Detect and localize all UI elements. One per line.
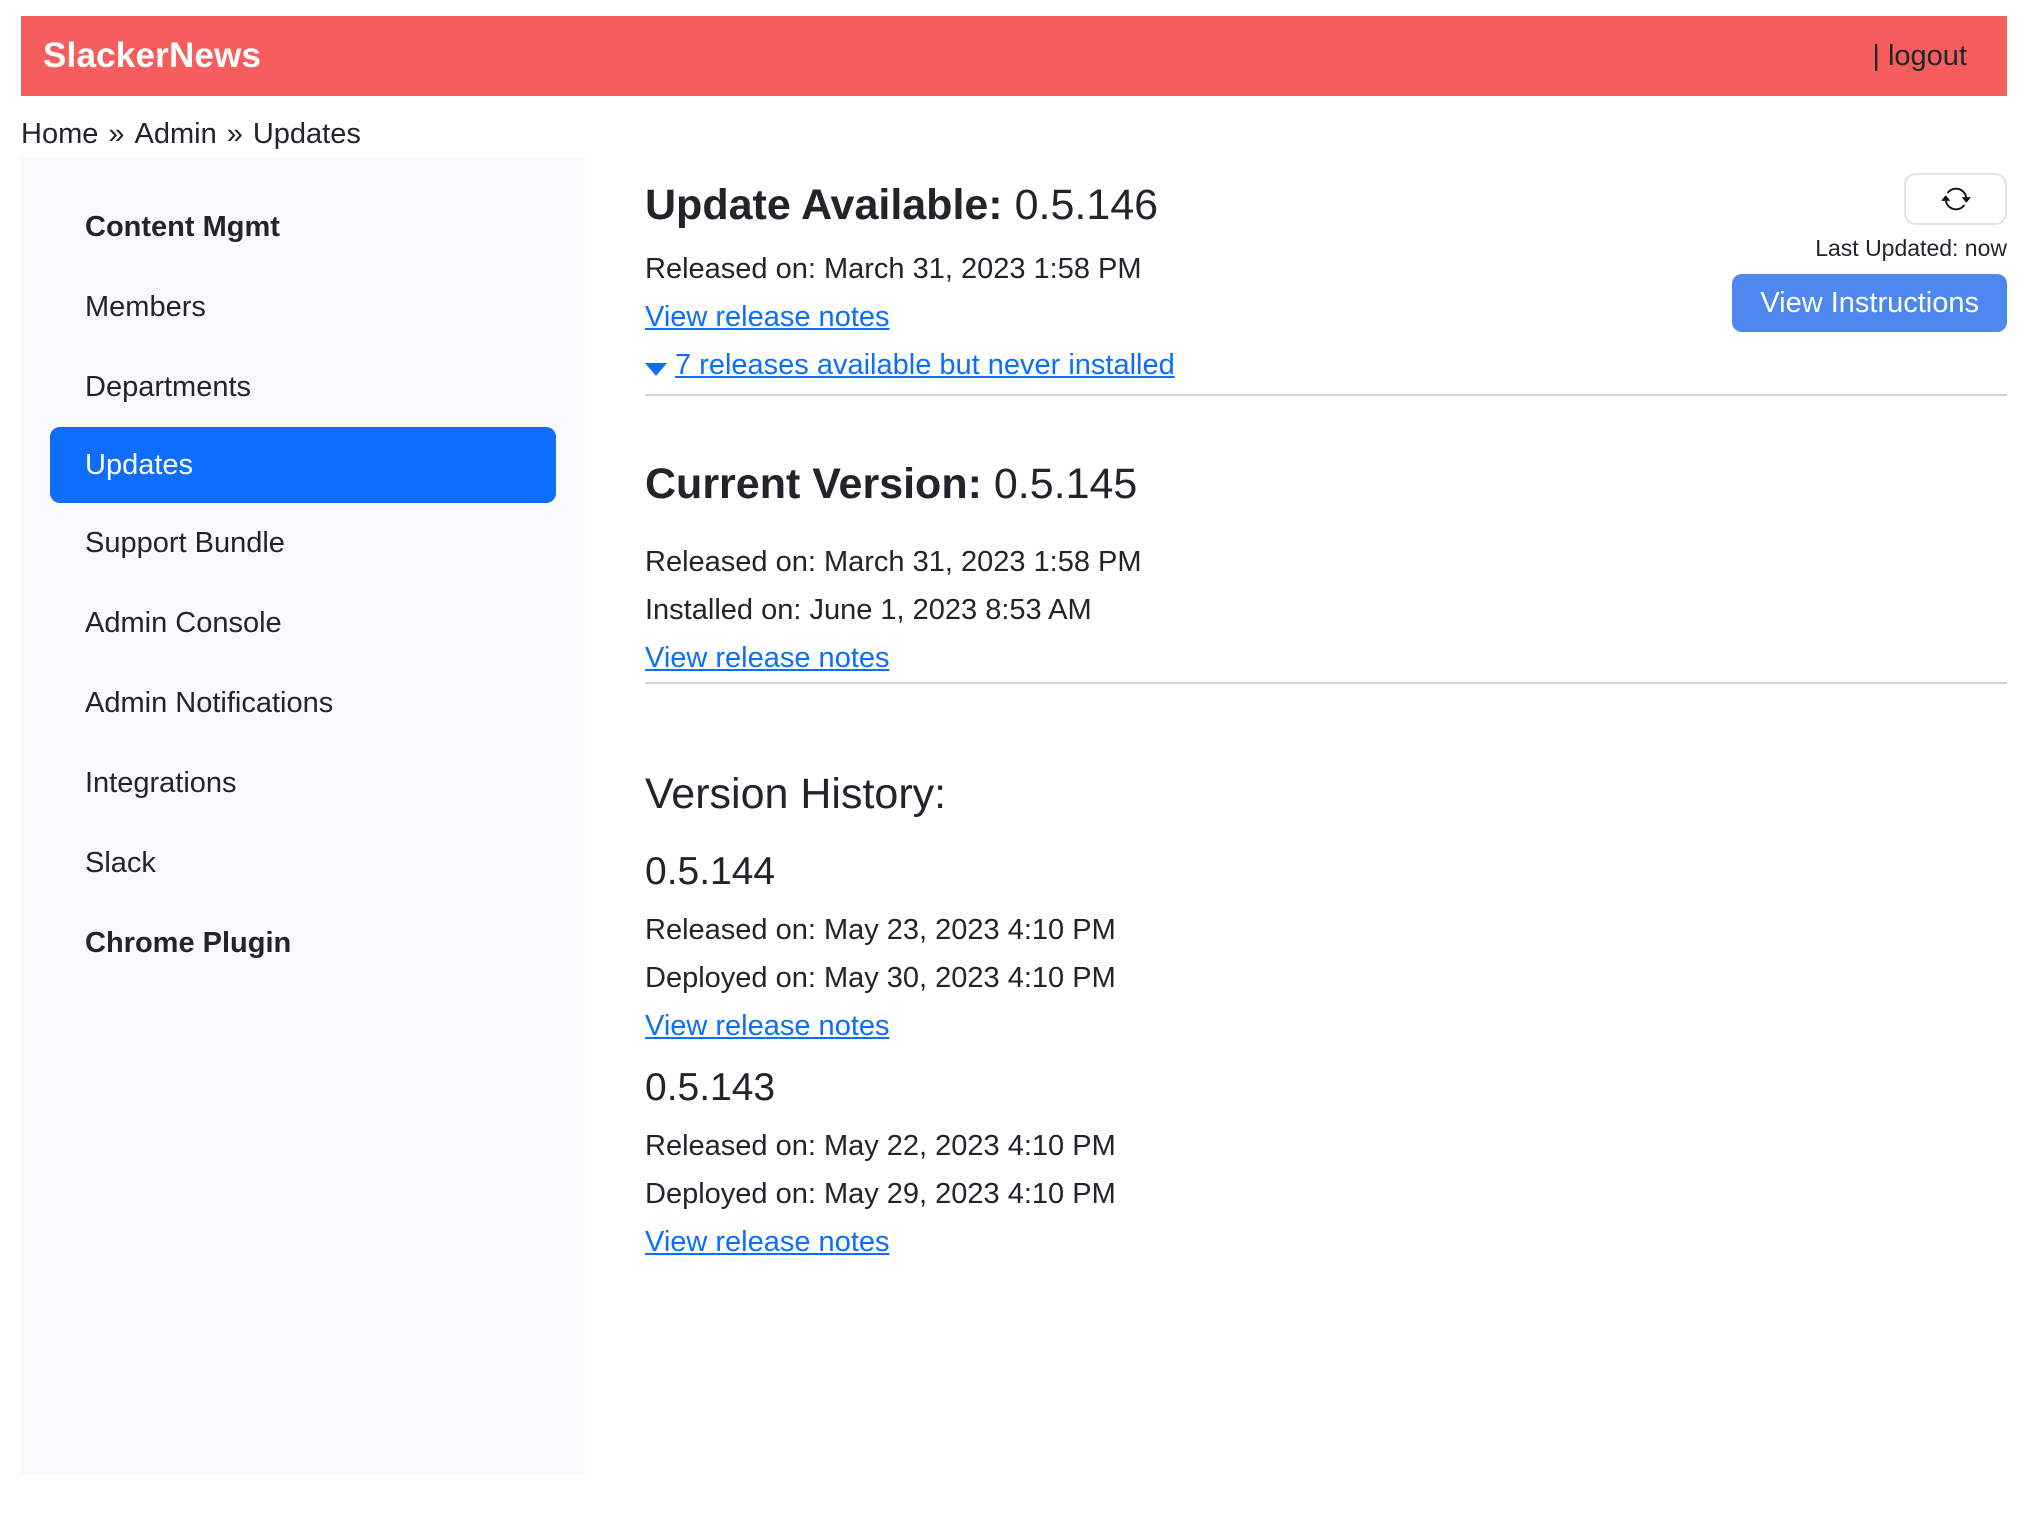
update-available-label: Update Available: bbox=[645, 181, 1003, 229]
sidebar-item-chrome-plugin[interactable]: Chrome Plugin bbox=[21, 903, 585, 983]
update-available-version: 0.5.146 bbox=[1015, 181, 1158, 229]
version-release-notes-link[interactable]: View release notes bbox=[645, 1218, 890, 1266]
current-version-section: Current Version: 0.5.145 Released on: Ma… bbox=[645, 458, 2007, 684]
update-release-notes-link[interactable]: View release notes bbox=[645, 293, 890, 341]
version-history-heading: Version History: bbox=[645, 768, 2007, 820]
sidebar-item-slack[interactable]: Slack bbox=[21, 823, 585, 903]
last-updated-text: Last Updated: now bbox=[1815, 235, 2007, 262]
breadcrumb-admin[interactable]: Admin bbox=[135, 118, 217, 150]
current-version-label: Current Version: bbox=[645, 460, 982, 508]
caret-down-icon bbox=[645, 363, 667, 376]
sidebar-item-departments[interactable]: Departments bbox=[21, 347, 585, 427]
section-divider bbox=[645, 682, 2007, 684]
version-number: 0.5.144 bbox=[645, 844, 2007, 900]
version-history-entry: 0.5.144 Released on: May 23, 2023 4:10 P… bbox=[645, 844, 2007, 1050]
sidebar-item-admin-notifications[interactable]: Admin Notifications bbox=[21, 663, 585, 743]
refresh-button[interactable] bbox=[1904, 173, 2007, 225]
breadcrumb-current: Updates bbox=[253, 118, 361, 150]
version-deployed-text: Deployed on: May 29, 2023 4:10 PM bbox=[645, 1170, 2007, 1218]
logout-link[interactable]: | logout bbox=[1872, 40, 1967, 73]
page-body: Content Mgmt Members Departments Updates… bbox=[21, 157, 2007, 1487]
sidebar-item-updates[interactable]: Updates bbox=[50, 427, 556, 503]
refresh-icon bbox=[1941, 184, 1971, 214]
version-number: 0.5.143 bbox=[645, 1060, 2007, 1116]
never-installed-row: 7 releases available but never installed bbox=[645, 341, 2007, 394]
sidebar: Content Mgmt Members Departments Updates… bbox=[21, 157, 585, 1474]
sidebar-item-admin-console[interactable]: Admin Console bbox=[21, 583, 585, 663]
version-history-entry: 0.5.143 Released on: May 22, 2023 4:10 P… bbox=[645, 1060, 2007, 1266]
app-title: SlackerNews bbox=[43, 36, 261, 76]
sidebar-item-integrations[interactable]: Integrations bbox=[21, 743, 585, 823]
version-released-text: Released on: May 22, 2023 4:10 PM bbox=[645, 1122, 2007, 1170]
sidebar-item-content-mgmt[interactable]: Content Mgmt bbox=[21, 187, 585, 267]
breadcrumb-separator: » bbox=[108, 118, 124, 150]
header-bar: SlackerNews | logout bbox=[21, 16, 2007, 96]
version-history-section: Version History: 0.5.144 Released on: Ma… bbox=[645, 768, 2007, 1266]
breadcrumb: Home » Admin » Updates bbox=[21, 118, 2007, 151]
version-release-notes-link[interactable]: View release notes bbox=[645, 1002, 890, 1050]
current-released-text: Released on: March 31, 2023 1:58 PM bbox=[645, 538, 2007, 586]
current-version-heading: Current Version: 0.5.145 bbox=[645, 458, 2007, 510]
current-release-notes-link[interactable]: View release notes bbox=[645, 634, 890, 682]
version-released-text: Released on: May 23, 2023 4:10 PM bbox=[645, 906, 2007, 954]
current-installed-text: Installed on: June 1, 2023 8:53 AM bbox=[645, 586, 2007, 634]
update-actions: Last Updated: now View Instructions bbox=[1732, 173, 2007, 332]
sidebar-item-members[interactable]: Members bbox=[21, 267, 585, 347]
current-version-number: 0.5.145 bbox=[994, 460, 1137, 508]
section-divider bbox=[645, 394, 2007, 396]
breadcrumb-separator: » bbox=[227, 118, 243, 150]
main-content: Last Updated: now View Instructions Upda… bbox=[645, 157, 2007, 1487]
sidebar-item-support-bundle[interactable]: Support Bundle bbox=[21, 503, 585, 583]
never-installed-link[interactable]: 7 releases available but never installed bbox=[675, 341, 1175, 389]
breadcrumb-home[interactable]: Home bbox=[21, 118, 98, 150]
view-instructions-button[interactable]: View Instructions bbox=[1732, 274, 2007, 332]
version-deployed-text: Deployed on: May 30, 2023 4:10 PM bbox=[645, 954, 2007, 1002]
